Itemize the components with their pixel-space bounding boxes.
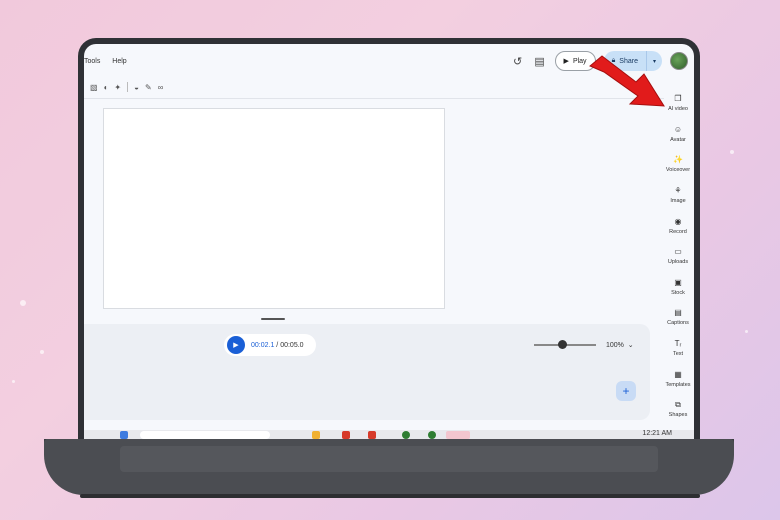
resize-handle[interactable] — [261, 318, 285, 320]
text-icon: Tᵣ — [674, 339, 682, 349]
sidebar-item-label: Uploads — [667, 259, 689, 266]
sidebar-item-text[interactable]: Tᵣ Text — [662, 333, 694, 364]
sidebar-item-label: Shapes — [668, 412, 688, 419]
taskbar-search[interactable] — [140, 431, 270, 439]
uploads-icon: ▭ — [674, 247, 682, 257]
sidebar-item-avatar[interactable]: ☺ Avatar — [662, 119, 694, 150]
sidebar-item-label: Voiceover — [665, 167, 691, 174]
windows-icon[interactable] — [120, 431, 128, 439]
sidebar-item-image[interactable]: ⚘ Image — [662, 180, 694, 211]
shapes-icon: ⧉ — [675, 400, 681, 410]
record-icon: ◉ — [674, 216, 682, 226]
folder-icon[interactable] — [312, 431, 320, 439]
video-canvas[interactable] — [103, 108, 445, 309]
toolbar-divider-line — [84, 98, 664, 99]
timeline-playback: ▶ 00:02.1 / 00:05.0 — [224, 334, 316, 356]
app-icon[interactable] — [368, 431, 376, 439]
sidebar-item-record[interactable]: ◉ Record — [662, 210, 694, 241]
sidebar-item-uploads[interactable]: ▭ Uploads — [662, 241, 694, 272]
sidebar-item-label: Image — [670, 198, 686, 205]
laptop-keyboard — [120, 446, 658, 472]
palette-icon[interactable]: ◐ — [104, 83, 109, 92]
sidebar-item-stock[interactable]: ▣ Stock — [662, 272, 694, 303]
animation-icon[interactable]: ✦ — [114, 83, 121, 92]
menu-tools[interactable]: Tools — [84, 58, 100, 65]
link-icon[interactable]: ∞ — [158, 83, 164, 92]
sidebar: ❐ AI video ☺ Avatar ✨ Voiceover ⚘ Image ◉ Record ▭… — [662, 88, 694, 425]
captions-icon: ▤ — [674, 308, 682, 318]
fill-icon[interactable]: ◒ — [134, 83, 139, 92]
app-icon[interactable] — [342, 431, 350, 439]
current-time: 00:02.1 — [251, 341, 275, 349]
menu-bar: Tools Help — [84, 58, 137, 65]
chrome-icon[interactable] — [402, 431, 410, 439]
laptop-foot — [80, 494, 700, 498]
timeline-panel: ▶ 00:02.1 / 00:05.0 100% ⌄ + — [84, 324, 650, 420]
sidebar-item-templates[interactable]: ▦ Templates — [662, 363, 694, 394]
sidebar-item-captions[interactable]: ▤ Captions — [662, 302, 694, 333]
play-icon: ▶ — [563, 58, 569, 65]
sidebar-item-label: Stock — [671, 289, 685, 296]
sidebar-item-label: Captions — [667, 320, 689, 327]
add-button[interactable]: + — [616, 381, 636, 401]
active-app-icon[interactable] — [446, 431, 470, 439]
clock: 12:21 AM — [642, 430, 672, 437]
toolbar-divider — [127, 82, 129, 92]
timecode: 00:02.1 / 00:05.0 — [251, 342, 304, 349]
canvas-toolbar: ▧ ◐ ✦ ◒ ✎ ∞ — [90, 82, 163, 92]
menu-help[interactable]: Help — [112, 58, 126, 65]
avatar-icon: ☺ — [673, 124, 683, 134]
sidebar-item-label: Text — [672, 351, 684, 358]
sidebar-item-label: AI video — [668, 106, 688, 113]
sidebar-item-shapes[interactable]: ⧉ Shapes — [662, 394, 694, 425]
comment-icon[interactable]: ▤ — [533, 54, 547, 68]
sidebar-item-label: Templates — [665, 381, 691, 388]
avatar[interactable] — [670, 52, 688, 70]
timeline-play-button[interactable]: ▶ — [227, 336, 245, 354]
voiceover-icon: ✨ — [673, 155, 683, 165]
chevron-down-icon: ⌄ — [625, 342, 634, 349]
play-label: Play — [572, 57, 587, 65]
zoom-value: 100% — [606, 342, 624, 349]
templates-icon: ▦ — [674, 369, 682, 379]
chrome-icon[interactable] — [428, 431, 436, 439]
stock-icon: ▣ — [674, 277, 682, 287]
sidebar-item-label: Avatar — [670, 136, 686, 143]
pen-icon[interactable]: ✎ — [145, 83, 152, 92]
ai-video-icon: ❐ — [674, 94, 682, 104]
history-icon[interactable]: ↺ — [511, 54, 525, 68]
os-taskbar: 12:21 AM — [84, 430, 694, 439]
sidebar-item-voiceover[interactable]: ✨ Voiceover — [662, 149, 694, 180]
sidebar-item-label: Record — [669, 228, 687, 235]
image-icon: ⚘ — [674, 186, 682, 196]
zoom-slider-knob[interactable] — [557, 340, 567, 349]
total-time: 00:05.0 — [280, 341, 304, 349]
zoom-select[interactable]: 100% ⌄ — [606, 341, 634, 349]
frame-icon[interactable]: ▧ — [90, 83, 98, 92]
annotation-arrow-icon — [589, 55, 665, 107]
